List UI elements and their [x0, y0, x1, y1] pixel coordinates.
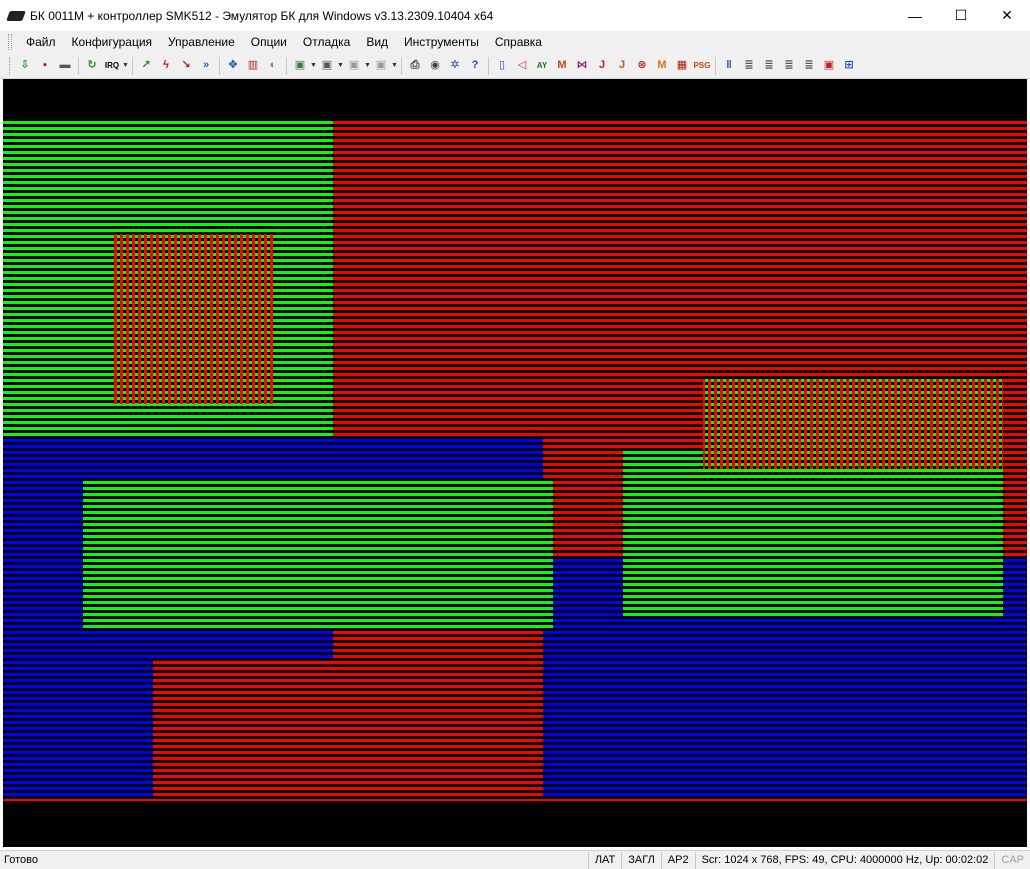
- reset-icon[interactable]: ↻: [83, 57, 101, 75]
- menu-debug[interactable]: Отладка: [295, 31, 358, 53]
- title-bar: БК 0011М + контроллер SMK512 - Эмулятор …: [0, 0, 1030, 31]
- print-icon[interactable]: ⎙: [406, 57, 424, 75]
- menu-options[interactable]: Опции: [243, 31, 295, 53]
- status-lat: ЛАТ: [587, 851, 621, 869]
- window-icon[interactable]: ▣: [820, 57, 838, 75]
- display-icon[interactable]: ▣: [372, 57, 390, 75]
- covox-icon[interactable]: ⋈: [573, 57, 591, 75]
- status-info: Scr: 1024 x 768, FPS: 49, CPU: 4000000 H…: [694, 851, 995, 869]
- mute-icon[interactable]: M: [553, 57, 571, 75]
- screen-canvas: [3, 79, 1027, 847]
- toolbar-separator: [286, 56, 287, 75]
- toolbar-separator: [132, 56, 133, 75]
- debug2-icon[interactable]: ≣: [760, 57, 778, 75]
- status-ready: Готово: [4, 854, 38, 866]
- video-icon[interactable]: ▣: [318, 57, 336, 75]
- memory-icon[interactable]: ▦: [673, 57, 691, 75]
- help-icon[interactable]: ?: [466, 57, 484, 75]
- run-icon[interactable]: ↗: [137, 57, 155, 75]
- window-title: БК 0011М + контроллер SMK512 - Эмулятор …: [30, 8, 494, 23]
- joystick-icon[interactable]: J: [593, 57, 611, 75]
- layout-icon[interactable]: ⊞: [840, 57, 858, 75]
- palette-icon[interactable]: ▥: [244, 57, 262, 75]
- speaker-icon[interactable]: ▯: [493, 57, 511, 75]
- screen-picture: [3, 121, 1027, 801]
- toolbar-separator: [78, 56, 79, 75]
- dropdown-arrow-icon[interactable]: ▼: [337, 57, 344, 75]
- toolbar-separator: [401, 56, 402, 75]
- load-icon[interactable]: ⇩: [16, 57, 34, 75]
- fullscreen-icon[interactable]: ✥: [224, 57, 242, 75]
- toolbar-grip-icon[interactable]: [9, 56, 12, 75]
- ay-icon[interactable]: AY: [533, 57, 551, 75]
- menestrel-icon[interactable]: M: [653, 57, 671, 75]
- status-zagl: ЗАГЛ: [621, 851, 661, 869]
- settings-icon[interactable]: ✲: [446, 57, 464, 75]
- status-cap: CAP: [994, 851, 1030, 869]
- toolbar-separator: [715, 56, 716, 75]
- menu-configuration[interactable]: Конфигурация: [64, 31, 161, 53]
- menu-control[interactable]: Управление: [160, 31, 243, 53]
- drive-icon[interactable]: ▬: [56, 57, 74, 75]
- status-ar2: АР2: [660, 851, 695, 869]
- menu-view[interactable]: Вид: [358, 31, 396, 53]
- dropdown-arrow-icon[interactable]: ▼: [364, 57, 371, 75]
- toolbar: ⇩ ▪ ▬ ↻ IRQ ▼ ↗ ϟ ↘» ✥ ▥ ◐ ▣ ▼ ▣ ▼ ▣ ▼ ▣ ▼ ⎙ ◉ ✲? ▯ ◁ AY M ⋈ J J ⊛ M ▦ PS…: [0, 53, 1030, 79]
- dropdown-arrow-icon[interactable]: ▼: [391, 57, 398, 75]
- app-icon: [6, 10, 26, 21]
- minimize-button[interactable]: —: [892, 0, 938, 31]
- sound-icon[interactable]: ◁: [513, 57, 531, 75]
- menu-grip-icon[interactable]: [8, 34, 12, 50]
- save-icon[interactable]: ▪: [36, 57, 54, 75]
- debug-icon[interactable]: ≣: [740, 57, 758, 75]
- record-icon[interactable]: ◉: [426, 57, 444, 75]
- dropdown-arrow-icon[interactable]: ▼: [310, 57, 317, 75]
- menu-bar: Файл Конфигурация Управление Опции Отлад…: [0, 31, 1030, 53]
- skip-icon[interactable]: »: [197, 57, 215, 75]
- monitor-icon[interactable]: ▣: [345, 57, 363, 75]
- debug3-icon[interactable]: ≣: [780, 57, 798, 75]
- irq-icon[interactable]: IRQ: [103, 57, 121, 75]
- menu-file[interactable]: Файл: [18, 31, 64, 53]
- tape-icon[interactable]: ⊛: [633, 57, 651, 75]
- close-button[interactable]: ✕: [984, 0, 1030, 31]
- toolbar-separator: [219, 56, 220, 75]
- menu-help[interactable]: Справка: [487, 31, 550, 53]
- debug4-icon[interactable]: ≣: [800, 57, 818, 75]
- toolbar-separator: [488, 56, 489, 75]
- status-bar: Готово ЛАТ ЗАГЛ АР2 Scr: 1024 x 768, FPS…: [0, 850, 1030, 869]
- joystick2-icon[interactable]: J: [613, 57, 631, 75]
- emulator-screen[interactable]: [3, 79, 1027, 847]
- screenshot-icon[interactable]: ▣: [291, 57, 309, 75]
- colormode-icon[interactable]: ◐: [264, 57, 282, 75]
- stop-icon[interactable]: ϟ: [157, 57, 175, 75]
- pause-icon[interactable]: ‖: [720, 57, 738, 75]
- menu-tools[interactable]: Инструменты: [396, 31, 487, 53]
- psg-icon[interactable]: PSG: [693, 57, 711, 75]
- dropdown-arrow-icon[interactable]: ▼: [122, 57, 129, 75]
- window-controls: — ☐ ✕: [892, 0, 1030, 31]
- maximize-button[interactable]: ☐: [938, 0, 984, 31]
- step-icon[interactable]: ↘: [177, 57, 195, 75]
